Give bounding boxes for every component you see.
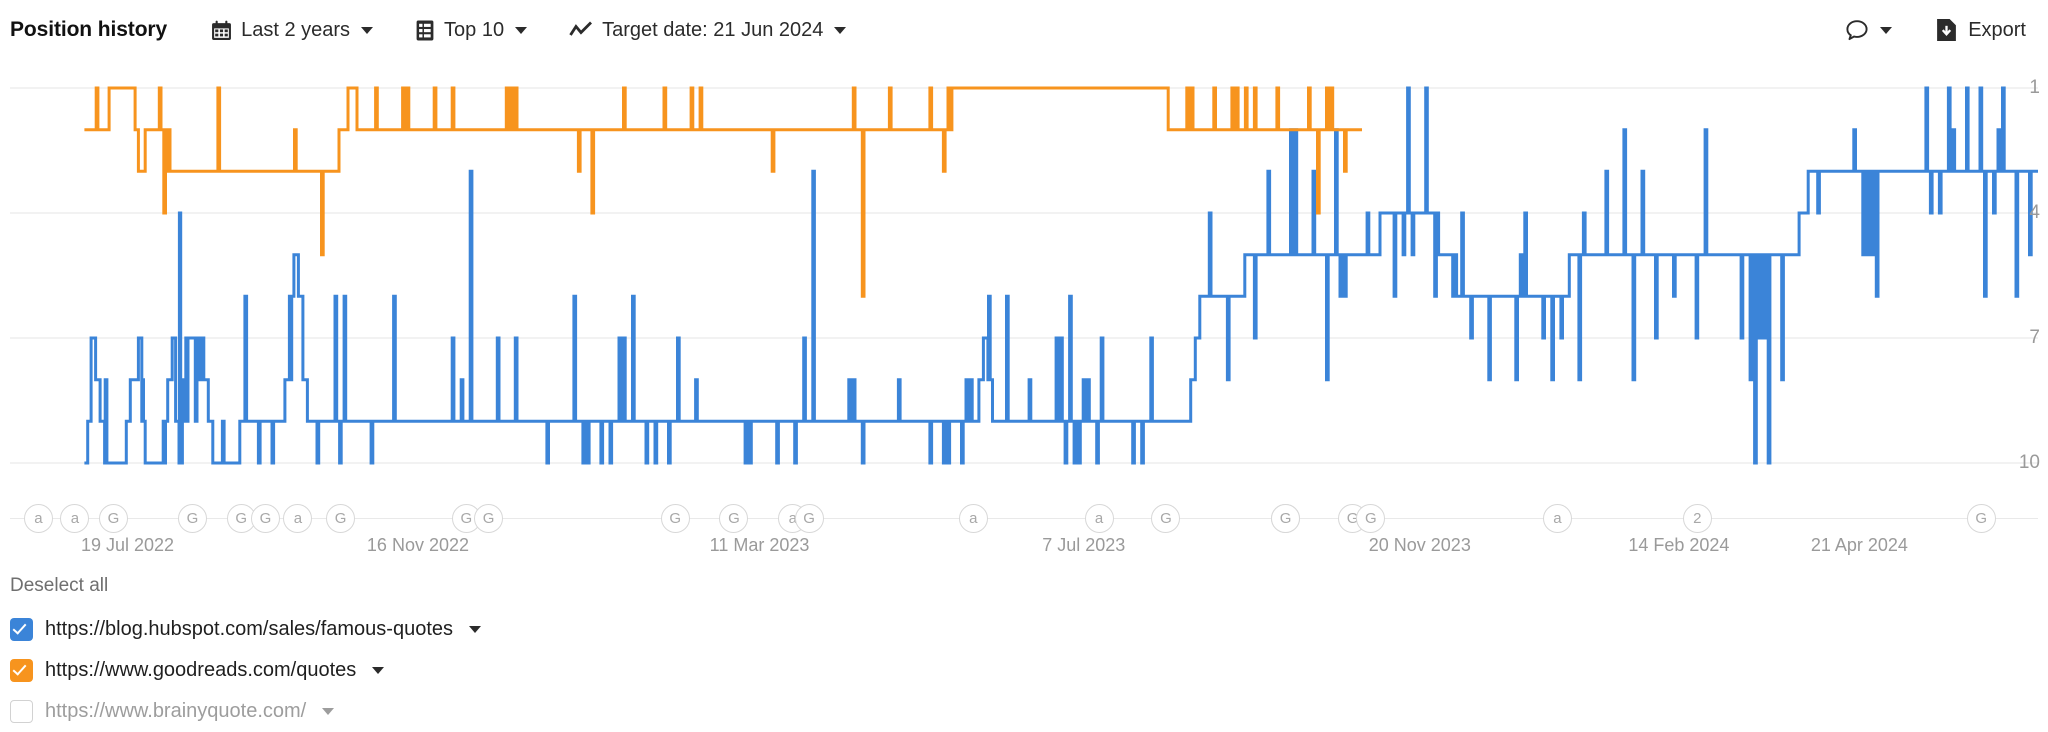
- serp-update-marker[interactable]: a: [23, 504, 53, 533]
- chart-legend: Deselect all https://blog.hubspot.com/sa…: [0, 567, 2048, 732]
- export-button[interactable]: Export: [1936, 18, 2026, 42]
- chevron-down-icon: [361, 26, 374, 34]
- chevron-down-icon: [1880, 26, 1893, 34]
- serp-update-marker[interactable]: G: [474, 504, 504, 533]
- chart-series-layer: [84, 86, 2038, 465]
- x-axis-date-label: 7 Jul 2023: [1042, 535, 1126, 555]
- comments-button[interactable]: [1845, 19, 1893, 42]
- x-axis-date-label: 20 Nov 2023: [1368, 535, 1471, 555]
- legend-url-label[interactable]: https://www.goodreads.com/quotes: [45, 659, 356, 682]
- x-axis-date-label: 21 Apr 2024: [1810, 535, 1908, 555]
- calendar-icon: [211, 20, 232, 41]
- serp-update-marker[interactable]: G: [1271, 504, 1301, 533]
- serp-update-marker[interactable]: G: [251, 504, 281, 533]
- serp-update-marker[interactable]: G: [98, 504, 128, 533]
- date-range-filter[interactable]: Last 2 years: [211, 18, 374, 42]
- x-axis-date-label: 14 Feb 2024: [1628, 535, 1730, 555]
- serp-update-marker[interactable]: G: [660, 504, 690, 533]
- serp-update-marker[interactable]: a: [1542, 504, 1572, 533]
- serp-update-marker[interactable]: G: [1151, 504, 1181, 533]
- chevron-down-icon[interactable]: [469, 626, 482, 633]
- legend-url-label[interactable]: https://blog.hubspot.com/sales/famous-qu…: [45, 618, 453, 641]
- top-positions-filter[interactable]: Top 10: [415, 18, 528, 42]
- x-axis-date-label: 16 Nov 2022: [366, 535, 469, 555]
- position-history-chart[interactable]: 1 4 7 10: [0, 60, 2048, 497]
- x-axis-date-label: 19 Jul 2022: [80, 535, 175, 555]
- serp-update-marker[interactable]: G: [326, 504, 356, 533]
- chevron-down-icon[interactable]: [322, 708, 335, 715]
- chart-gridlines: [10, 87, 2038, 464]
- legend-item[interactable]: https://www.brainyquote.com/: [10, 691, 2048, 732]
- legend-items: https://blog.hubspot.com/sales/famous-qu…: [10, 609, 2048, 732]
- toolbar-right-actions: Export: [1845, 18, 2026, 42]
- chart-line-series: [84, 86, 1362, 298]
- chart-toolbar: Position history Last 2 years Top 10 Tar…: [0, 0, 2048, 60]
- trend-line-icon: [569, 20, 593, 40]
- serp-update-marker[interactable]: a: [60, 504, 90, 533]
- chart-x-axis: aaGGGGaGGGGGaGaaGGGGGa2G 19 Jul 202216 N…: [0, 497, 2048, 567]
- legend-checkbox[interactable]: [10, 659, 33, 682]
- serp-update-marker[interactable]: G: [794, 504, 824, 533]
- serp-update-marker[interactable]: G: [1966, 504, 1996, 533]
- chevron-down-icon: [834, 26, 847, 34]
- deselect-all-button[interactable]: Deselect all: [10, 575, 108, 597]
- chart-canvas[interactable]: [0, 60, 2048, 497]
- target-date-filter[interactable]: Target date: 21 Jun 2024: [569, 18, 847, 42]
- serp-update-marker[interactable]: G: [719, 504, 749, 533]
- date-range-label: Last 2 years: [241, 18, 351, 41]
- legend-url-label[interactable]: https://www.brainyquote.com/: [45, 700, 306, 723]
- legend-checkbox[interactable]: [10, 700, 33, 723]
- serp-update-marker[interactable]: a: [283, 504, 313, 533]
- serp-update-marker[interactable]: G: [178, 504, 208, 533]
- check-icon: [12, 661, 27, 676]
- comment-icon: [1845, 19, 1869, 42]
- legend-item[interactable]: https://blog.hubspot.com/sales/famous-qu…: [10, 609, 2048, 650]
- legend-item[interactable]: https://www.goodreads.com/quotes: [10, 650, 2048, 691]
- check-icon: [12, 620, 27, 635]
- serp-update-marker[interactable]: G: [1356, 504, 1386, 533]
- download-file-icon: [1936, 18, 1957, 42]
- legend-checkbox[interactable]: [10, 618, 33, 641]
- list-icon: [415, 20, 435, 41]
- x-axis-date-label: 11 Mar 2023: [709, 535, 810, 555]
- top-positions-label: Top 10: [444, 18, 505, 41]
- serp-update-marker[interactable]: a: [958, 504, 988, 533]
- chevron-down-icon[interactable]: [372, 667, 385, 674]
- page-title: Position history: [10, 18, 168, 41]
- chart-line-series: [84, 86, 2038, 465]
- serp-update-marker[interactable]: 2: [1682, 504, 1712, 533]
- chevron-down-icon: [515, 26, 528, 34]
- export-label: Export: [1968, 18, 2026, 41]
- axis-baseline: [10, 518, 2038, 519]
- serp-update-marker[interactable]: a: [1084, 504, 1114, 533]
- target-date-label: Target date: 21 Jun 2024: [602, 18, 824, 41]
